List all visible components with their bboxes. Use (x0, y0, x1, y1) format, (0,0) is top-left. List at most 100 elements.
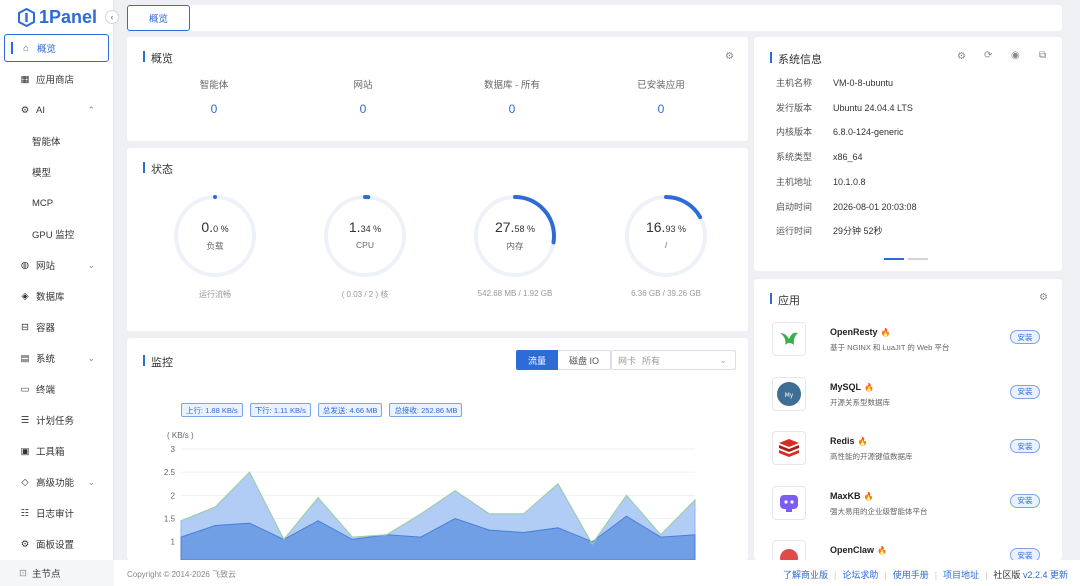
sidebar-item-label: 工具箱 (36, 447, 65, 458)
sysinfo-row: 运行时间 29分钟 52秒 (776, 224, 883, 237)
sidebar-item[interactable]: ▦ 应用商店 (4, 65, 109, 93)
install-button[interactable]: 安装 (1010, 384, 1040, 399)
app-name: OpenClaw 🔥 (830, 545, 887, 555)
edition-label: 社区版 (993, 570, 1021, 580)
eye-icon[interactable]: ◉ (1011, 50, 1020, 61)
y-tick-label: 2 (171, 491, 176, 500)
gauge-name: 负载 (206, 241, 224, 251)
tab-overview[interactable]: 概览 (127, 5, 190, 31)
mysql-icon: My (772, 376, 806, 411)
grid-icon: ▦ (20, 73, 30, 85)
sidebar-item[interactable]: ⚙ 面板设置 (4, 530, 109, 558)
carousel-dot-active[interactable] (884, 258, 904, 260)
sidebar-item[interactable]: ⌂ 概览 (4, 34, 109, 62)
diamond-icon: ◇ (21, 476, 29, 488)
y-tick-label: 3 (171, 445, 176, 454)
apps-title: 应用 (770, 292, 800, 308)
app-desc: 开源关系型数据库 (830, 397, 890, 407)
sidebar-item[interactable]: MCP (4, 189, 109, 217)
sysinfo-key: 运行时间 (776, 226, 813, 237)
chevron-down-icon: ⌄ (87, 476, 95, 487)
1panel-logo-icon (18, 7, 35, 27)
stat-installed-apps[interactable]: 已安装应用 0 (586, 77, 736, 116)
openresty-icon (772, 322, 806, 356)
sidebar-item[interactable]: 智能体 (4, 127, 109, 155)
footer-link-forum[interactable]: 论坛求助 (842, 568, 878, 581)
install-button[interactable]: 安装 (1010, 548, 1040, 560)
sysinfo-value: 10.1.0.8 (833, 176, 866, 187)
layers-icon: ◈ (21, 290, 29, 302)
svg-text:My: My (785, 392, 794, 399)
sidebar-item[interactable]: GPU 监控 (4, 220, 109, 248)
gear-icon[interactable]: ⚙ (957, 51, 966, 62)
sidebar: 1Panel ‹ ⌂ 概览 ▦ 应用商店 ⚙ AI ⌃ 智能体模型 MCP GPU 监控 ◍ 网站 ⌄ ◈… (0, 0, 119, 586)
update-link[interactable]: 更新 (1050, 568, 1068, 581)
chevron-down-icon: ⌄ (87, 352, 95, 363)
stat-agents[interactable]: 智能体 0 (139, 77, 289, 116)
chevron-up-icon: ⌃ (87, 104, 95, 115)
fire-icon: 🔥 (864, 382, 874, 392)
app-item[interactable]: MaxKB 🔥 强大易用的企业级智能体平台 安装 (772, 485, 1042, 526)
sidebar-item[interactable]: ▤ 系统 ⌄ (4, 344, 109, 372)
carousel-dot[interactable] (908, 258, 928, 260)
version-label: v2.2.4 (1022, 569, 1048, 580)
sidebar-item-label: AI (36, 104, 45, 116)
stat-databases[interactable]: 数据库 - 所有 0 (437, 77, 587, 116)
stat-value: 0 (657, 102, 665, 116)
sidebar-item[interactable]: ⚙ AI ⌃ (4, 96, 109, 124)
footer-link-commercial[interactable]: 了解商业版 (783, 568, 828, 581)
sidebar-item[interactable]: ◍ 网站 ⌄ (4, 251, 109, 279)
collapse-sidebar-button[interactable]: ‹ (105, 10, 119, 24)
sidebar-item[interactable]: ▭ 终端 (4, 375, 109, 403)
sidebar-item[interactable]: ☷ 日志审计 (4, 499, 109, 527)
monitor-card: 监控 流量 磁盘 IO 网卡 所有 ⌄ 上行: 1.88 KB/s 下行: 1.… (127, 338, 748, 560)
gauge-ring (625, 195, 707, 277)
fire-icon: 🔥 (877, 546, 887, 555)
sysinfo-value: VM-0-8-ubuntu (833, 78, 894, 88)
gear-icon[interactable]: ⚙ (725, 51, 734, 62)
brand-logo[interactable]: 1Panel ‹ (0, 0, 119, 34)
stat-websites[interactable]: 网站 0 (288, 77, 438, 116)
app-item[interactable]: Redis 🔥 高性能的开源键值数据库 安装 (772, 431, 1042, 471)
app-item[interactable]: OpenClaw 🔥 安装 (772, 540, 1042, 560)
sysinfo-row: 发行版本 Ubuntu 24.04.4 LTS (776, 101, 913, 114)
sysinfo-key: 主机名称 (776, 78, 813, 88)
footer-link-project[interactable]: 项目地址 (943, 568, 979, 581)
app-desc: 基于 NGINX 和 LuaJIT 的 Web 平台 (830, 343, 950, 352)
stat-label: 智能体 (199, 80, 229, 91)
sidebar-item-label: 概览 (37, 44, 57, 55)
footer-link-manual[interactable]: 使用手册 (893, 568, 929, 581)
install-button[interactable]: 安装 (1010, 493, 1040, 508)
gauge-value: 0.0 % (201, 219, 229, 235)
app-item[interactable]: OpenResty 🔥 基于 NGINX 和 LuaJIT 的 Web 平台 安装 (772, 322, 1042, 362)
task-icon: ☰ (20, 414, 30, 426)
sidebar-item[interactable]: 模型 (4, 158, 109, 186)
home-icon: ⌂ (23, 42, 29, 54)
gauge-subtitle: 运行流畅 (199, 290, 231, 299)
gear-icon[interactable]: ⚙ (1039, 292, 1048, 303)
maxkb-icon (772, 485, 806, 520)
sidebar-item[interactable]: ◈ 数据库 (4, 282, 109, 310)
sysinfo-key: 启动时间 (776, 201, 813, 212)
y-tick-label: 1 (171, 538, 176, 547)
gauge-value: 27.58 % (494, 219, 535, 235)
sidebar-item[interactable]: ⊟ 容器 (4, 313, 109, 341)
node-switcher[interactable]: ⊡ 主节点 (0, 560, 114, 586)
sidebar-item-label: 容器 (36, 323, 56, 334)
sysinfo-card: 系统信息 ⚙ ⟳ ◉ ⧉ 主机名称 VM-0-8-ubuntu 发行版本 Ubuntu… (754, 37, 1062, 271)
y-tick-label: 1.5 (164, 515, 176, 524)
gear-icon: ⚙ (20, 538, 30, 550)
copy-icon[interactable]: ⧉ (1039, 50, 1046, 61)
sidebar-item-label: MCP (32, 197, 54, 209)
sidebar-item[interactable]: ◇ 高级功能 ⌄ (4, 468, 109, 496)
sidebar-item[interactable]: ☰ 计划任务 (4, 406, 109, 434)
sysinfo-value: Ubuntu 24.04.4 LTS (833, 102, 913, 113)
app-item[interactable]: My MySQL 🔥 开源关系型数据库 安装 (772, 376, 1042, 417)
sidebar-item-label: 系统 (36, 354, 56, 365)
carousel-dots (884, 258, 928, 260)
refresh-icon[interactable]: ⟳ (984, 50, 992, 61)
stat-value: 0 (508, 102, 516, 116)
install-button[interactable]: 安装 (1010, 330, 1040, 344)
sidebar-item[interactable]: ▣ 工具箱 (4, 437, 109, 465)
install-button[interactable]: 安装 (1010, 439, 1040, 453)
